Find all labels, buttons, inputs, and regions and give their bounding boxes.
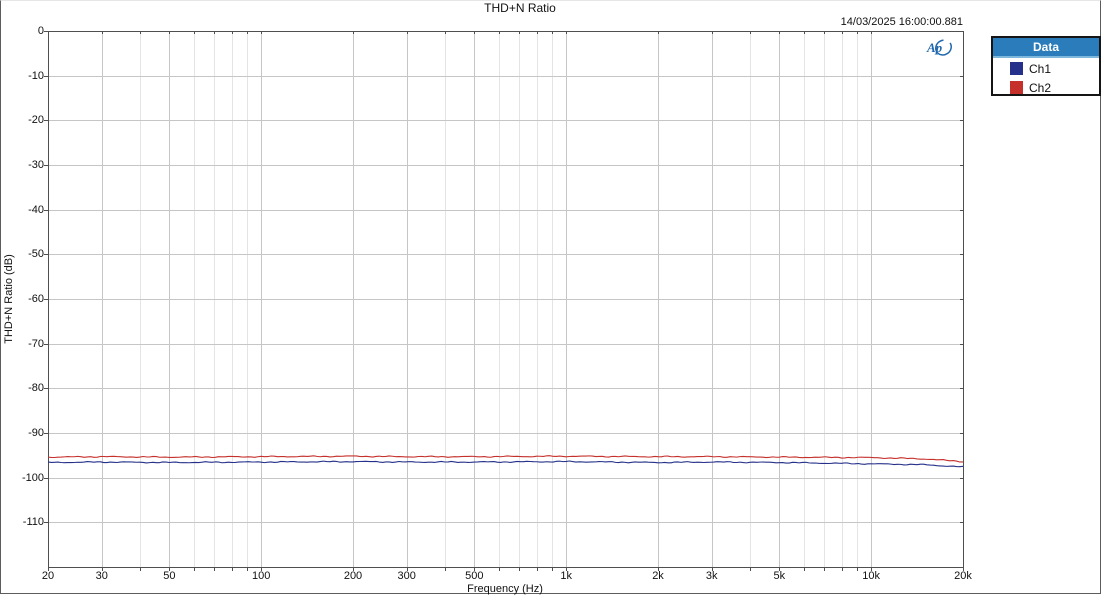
screenshot-root: THD+N Ratio 14/03/2025 16:00:00.881 THD+… [0, 0, 1111, 600]
legend-label: Ch1 [1029, 62, 1051, 76]
legend-label: Ch2 [1029, 81, 1051, 95]
y-tick-label: -70 [0, 338, 44, 350]
y-tick-label: -60 [0, 293, 44, 305]
x-tick-label: 30 [96, 570, 108, 582]
y-tick-label: -80 [0, 382, 44, 394]
x-tick-label: 20k [954, 570, 972, 582]
thdn-ratio-chart [0, 0, 1111, 600]
legend-item-ch1[interactable]: Ch1 [1010, 59, 1099, 78]
svg-text:Ap: Ap [926, 40, 943, 55]
audio-precision-logo-icon: Ap [926, 38, 954, 57]
x-tick-label: 1k [560, 570, 572, 582]
legend-swatch-ch1 [1010, 62, 1023, 75]
legend-item-ch2[interactable]: Ch2 [1010, 78, 1099, 97]
x-tick-label: 3k [706, 570, 718, 582]
plot-area[interactable] [49, 32, 964, 568]
page-title: THD+N Ratio [484, 1, 556, 15]
y-tick-label: -100 [0, 472, 44, 484]
y-tick-label: 0 [0, 25, 44, 37]
y-tick-label: -30 [0, 159, 44, 171]
legend-title: Data [993, 38, 1099, 58]
x-tick-label: 2k [652, 570, 664, 582]
legend-panel: Data Ch1Ch2 [991, 36, 1101, 96]
y-tick-label: -90 [0, 427, 44, 439]
x-tick-label: 20 [42, 570, 54, 582]
y-tick-label: -50 [0, 248, 44, 260]
measurement-timestamp: 14/03/2025 16:00:00.881 [841, 16, 963, 28]
x-tick-label: 200 [344, 570, 362, 582]
x-axis-title: Frequency (Hz) [467, 583, 543, 595]
x-tick-label: 5k [774, 570, 786, 582]
y-tick-label: -40 [0, 204, 44, 216]
y-tick-label: -20 [0, 114, 44, 126]
x-tick-label: 50 [163, 570, 175, 582]
x-tick-label: 10k [862, 570, 880, 582]
legend-items: Ch1Ch2 [993, 58, 1099, 97]
legend-swatch-ch2 [1010, 81, 1023, 94]
x-tick-label: 100 [252, 570, 270, 582]
x-tick-label: 500 [465, 570, 483, 582]
y-tick-label: -110 [0, 516, 44, 528]
x-tick-label: 300 [398, 570, 416, 582]
y-tick-label: -10 [0, 70, 44, 82]
